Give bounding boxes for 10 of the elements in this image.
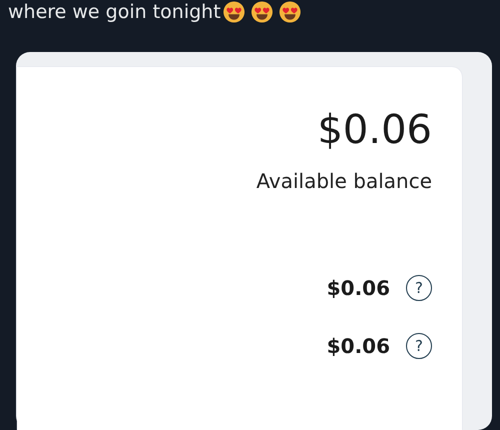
amount-text: $0.06 [326,334,390,358]
amount-text: $0.06 [326,276,390,300]
heart-eyes-emoji-icon [278,1,301,23]
balance-label: Available balance [256,169,432,193]
post-text: where we goin tonight [8,1,221,23]
help-button[interactable]: ? [406,275,432,301]
help-button[interactable]: ? [406,333,432,359]
balance-amount: $0.06 [317,107,432,153]
heart-eyes-emoji-icon [250,1,273,23]
heart-eyes-emoji-icon [222,1,245,23]
